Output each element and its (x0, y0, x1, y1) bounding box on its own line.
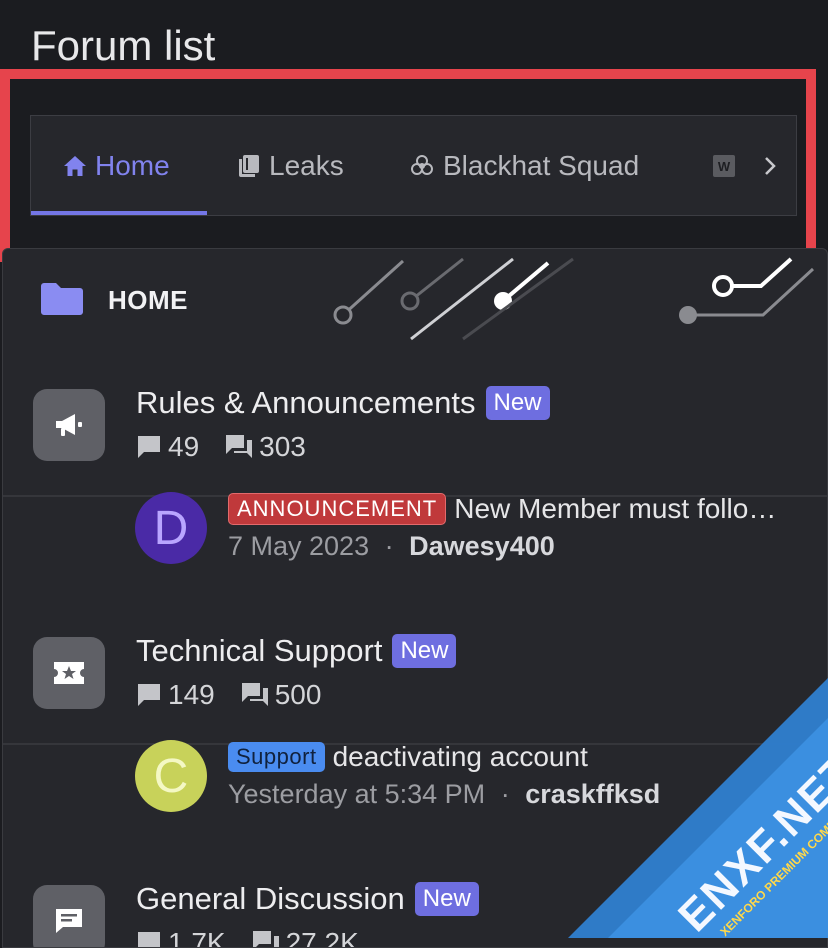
threads-count: 49 (168, 431, 200, 462)
threads-icon (138, 684, 160, 706)
messages-icon (226, 435, 253, 458)
new-badge: New (485, 386, 550, 420)
tab-leaks-label: Leaks (269, 150, 344, 181)
w-tab-icon: W (713, 155, 735, 177)
threads-icon (138, 932, 160, 947)
page-title: Forum list (31, 22, 216, 69)
node-icon-box (33, 637, 105, 709)
threads-icon (138, 436, 160, 458)
node-icon-box (33, 389, 105, 461)
forum-node[interactable]: General Discussion New 1.7K 27.2K (3, 745, 827, 947)
node-icon-box (33, 885, 105, 947)
forum-node[interactable]: Technical Support New 149 500 C Support … (3, 497, 827, 812)
chat-lines-icon (56, 909, 82, 933)
home-icon (64, 156, 86, 176)
new-badge: New (414, 882, 479, 916)
node-title-text: Rules & Announcements (136, 385, 476, 420)
tab-blackhat-squad[interactable]: Blackhat Squad (409, 116, 640, 215)
ticket-star-icon (54, 662, 84, 684)
tab-home-label: Home (95, 150, 170, 181)
tab-active-indicator (31, 211, 207, 215)
messages-count: 303 (259, 431, 306, 462)
megaphone-icon (56, 414, 82, 436)
tab-home[interactable]: Home (63, 116, 170, 215)
node-title[interactable]: Technical Support New (136, 633, 457, 669)
books-icon (239, 155, 259, 177)
node-title[interactable]: Rules & Announcements New (136, 385, 550, 421)
forum-node[interactable]: Rules & Announcements New 49 303 D ANNOU… (3, 249, 827, 564)
node-title-text: General Discussion (136, 881, 405, 916)
tab-leaks[interactable]: Leaks (237, 116, 344, 215)
tab-w[interactable]: W (713, 116, 735, 215)
messages-icon (241, 683, 268, 706)
messages-icon (252, 931, 279, 947)
threads-count: 149 (168, 679, 215, 710)
node-stats: 49 303 (136, 431, 306, 463)
forum-category-card: HOME Rules & Announcements New 49 303 D … (2, 248, 828, 948)
tab-blackhat-squad-label: Blackhat Squad (443, 150, 640, 181)
biohazard-icon (411, 155, 433, 175)
new-badge: New (392, 634, 457, 668)
node-title[interactable]: General Discussion New (136, 881, 479, 917)
node-stats: 149 500 (136, 679, 321, 711)
chevron-right-icon (765, 157, 776, 175)
tabs-scroll-right-button[interactable] (744, 116, 796, 215)
messages-count: 500 (274, 679, 322, 710)
tab-bar: Home Leaks Blackhat Squad W (30, 115, 797, 216)
node-title-text: Technical Support (136, 633, 383, 668)
